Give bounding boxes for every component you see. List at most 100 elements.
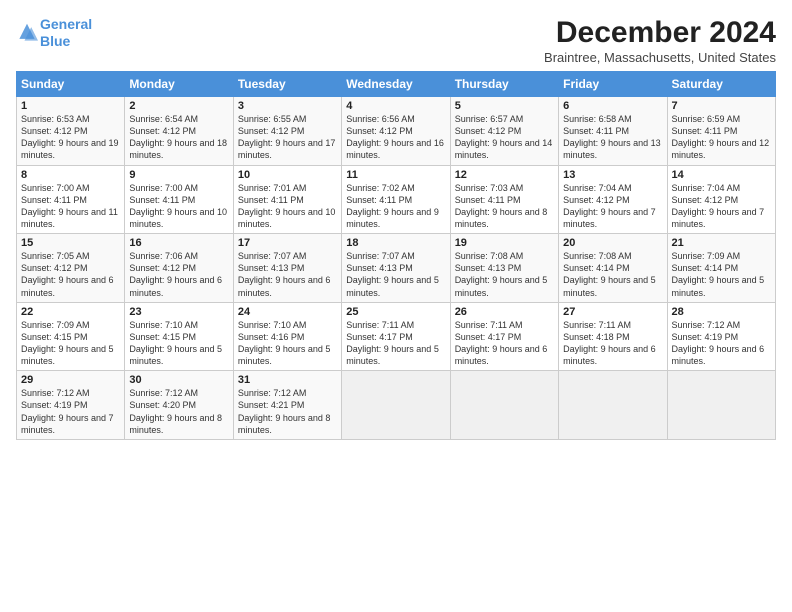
day-number: 17 (238, 237, 337, 249)
table-row: 9Sunrise: 7:00 AMSunset: 4:11 PMDaylight… (125, 165, 233, 234)
table-row: 29Sunrise: 7:12 AMSunset: 4:19 PMDayligh… (17, 371, 125, 440)
table-row: 10Sunrise: 7:01 AMSunset: 4:11 PMDayligh… (233, 165, 341, 234)
table-row: 5Sunrise: 6:57 AMSunset: 4:12 PMDaylight… (450, 97, 558, 166)
day-number: 9 (129, 169, 228, 181)
logo-icon (16, 22, 38, 44)
col-saturday: Saturday (667, 72, 775, 97)
title-block: December 2024 Braintree, Massachusetts, … (544, 16, 776, 65)
page-container: General Blue December 2024 Braintree, Ma… (0, 0, 792, 448)
day-cell-info: Sunrise: 7:06 AMSunset: 4:12 PMDaylight:… (129, 250, 228, 299)
table-row: 12Sunrise: 7:03 AMSunset: 4:11 PMDayligh… (450, 165, 558, 234)
table-row: 6Sunrise: 6:58 AMSunset: 4:11 PMDaylight… (559, 97, 667, 166)
table-row (450, 371, 558, 440)
month-year-title: December 2024 (544, 16, 776, 50)
day-number: 23 (129, 306, 228, 318)
day-cell-info: Sunrise: 7:07 AMSunset: 4:13 PMDaylight:… (346, 250, 445, 299)
day-cell-info: Sunrise: 7:12 AMSunset: 4:19 PMDaylight:… (672, 319, 771, 368)
table-row: 15Sunrise: 7:05 AMSunset: 4:12 PMDayligh… (17, 234, 125, 303)
day-cell-info: Sunrise: 7:04 AMSunset: 4:12 PMDaylight:… (672, 182, 771, 231)
table-row: 14Sunrise: 7:04 AMSunset: 4:12 PMDayligh… (667, 165, 775, 234)
table-row (342, 371, 450, 440)
day-number: 13 (563, 169, 662, 181)
table-row: 22Sunrise: 7:09 AMSunset: 4:15 PMDayligh… (17, 302, 125, 371)
calendar-table: Sunday Monday Tuesday Wednesday Thursday… (16, 71, 776, 440)
table-row: 25Sunrise: 7:11 AMSunset: 4:17 PMDayligh… (342, 302, 450, 371)
day-cell-info: Sunrise: 7:12 AMSunset: 4:21 PMDaylight:… (238, 387, 337, 436)
day-number: 25 (346, 306, 445, 318)
calendar-week-row: 15Sunrise: 7:05 AMSunset: 4:12 PMDayligh… (17, 234, 776, 303)
day-cell-info: Sunrise: 7:02 AMSunset: 4:11 PMDaylight:… (346, 182, 445, 231)
table-row: 24Sunrise: 7:10 AMSunset: 4:16 PMDayligh… (233, 302, 341, 371)
col-sunday: Sunday (17, 72, 125, 97)
day-number: 22 (21, 306, 120, 318)
day-number: 4 (346, 100, 445, 112)
day-cell-info: Sunrise: 6:56 AMSunset: 4:12 PMDaylight:… (346, 113, 445, 162)
calendar-week-row: 22Sunrise: 7:09 AMSunset: 4:15 PMDayligh… (17, 302, 776, 371)
table-row: 2Sunrise: 6:54 AMSunset: 4:12 PMDaylight… (125, 97, 233, 166)
table-row: 30Sunrise: 7:12 AMSunset: 4:20 PMDayligh… (125, 371, 233, 440)
table-row: 27Sunrise: 7:11 AMSunset: 4:18 PMDayligh… (559, 302, 667, 371)
table-row: 20Sunrise: 7:08 AMSunset: 4:14 PMDayligh… (559, 234, 667, 303)
day-cell-info: Sunrise: 7:12 AMSunset: 4:20 PMDaylight:… (129, 387, 228, 436)
day-number: 11 (346, 169, 445, 181)
day-number: 14 (672, 169, 771, 181)
day-number: 21 (672, 237, 771, 249)
table-row: 16Sunrise: 7:06 AMSunset: 4:12 PMDayligh… (125, 234, 233, 303)
table-row: 31Sunrise: 7:12 AMSunset: 4:21 PMDayligh… (233, 371, 341, 440)
day-number: 31 (238, 374, 337, 386)
day-cell-info: Sunrise: 6:59 AMSunset: 4:11 PMDaylight:… (672, 113, 771, 162)
day-cell-info: Sunrise: 7:09 AMSunset: 4:14 PMDaylight:… (672, 250, 771, 299)
calendar-week-row: 8Sunrise: 7:00 AMSunset: 4:11 PMDaylight… (17, 165, 776, 234)
day-cell-info: Sunrise: 6:57 AMSunset: 4:12 PMDaylight:… (455, 113, 554, 162)
day-cell-info: Sunrise: 7:00 AMSunset: 4:11 PMDaylight:… (21, 182, 120, 231)
day-cell-info: Sunrise: 7:01 AMSunset: 4:11 PMDaylight:… (238, 182, 337, 231)
day-cell-info: Sunrise: 6:54 AMSunset: 4:12 PMDaylight:… (129, 113, 228, 162)
day-cell-info: Sunrise: 7:09 AMSunset: 4:15 PMDaylight:… (21, 319, 120, 368)
day-cell-info: Sunrise: 6:53 AMSunset: 4:12 PMDaylight:… (21, 113, 120, 162)
table-row: 7Sunrise: 6:59 AMSunset: 4:11 PMDaylight… (667, 97, 775, 166)
day-cell-info: Sunrise: 6:58 AMSunset: 4:11 PMDaylight:… (563, 113, 662, 162)
day-cell-info: Sunrise: 7:05 AMSunset: 4:12 PMDaylight:… (21, 250, 120, 299)
table-row: 11Sunrise: 7:02 AMSunset: 4:11 PMDayligh… (342, 165, 450, 234)
day-number: 30 (129, 374, 228, 386)
table-row: 4Sunrise: 6:56 AMSunset: 4:12 PMDaylight… (342, 97, 450, 166)
location-subtitle: Braintree, Massachusetts, United States (544, 50, 776, 65)
day-number: 26 (455, 306, 554, 318)
day-cell-info: Sunrise: 7:10 AMSunset: 4:15 PMDaylight:… (129, 319, 228, 368)
calendar-week-row: 1Sunrise: 6:53 AMSunset: 4:12 PMDaylight… (17, 97, 776, 166)
day-cell-info: Sunrise: 7:08 AMSunset: 4:14 PMDaylight:… (563, 250, 662, 299)
day-number: 15 (21, 237, 120, 249)
day-number: 24 (238, 306, 337, 318)
day-cell-info: Sunrise: 7:12 AMSunset: 4:19 PMDaylight:… (21, 387, 120, 436)
day-number: 7 (672, 100, 771, 112)
header-row: General Blue December 2024 Braintree, Ma… (16, 16, 776, 65)
calendar-week-row: 29Sunrise: 7:12 AMSunset: 4:19 PMDayligh… (17, 371, 776, 440)
day-cell-info: Sunrise: 7:11 AMSunset: 4:18 PMDaylight:… (563, 319, 662, 368)
table-row: 13Sunrise: 7:04 AMSunset: 4:12 PMDayligh… (559, 165, 667, 234)
table-row (559, 371, 667, 440)
day-number: 12 (455, 169, 554, 181)
table-row: 19Sunrise: 7:08 AMSunset: 4:13 PMDayligh… (450, 234, 558, 303)
day-number: 16 (129, 237, 228, 249)
day-cell-info: Sunrise: 7:11 AMSunset: 4:17 PMDaylight:… (346, 319, 445, 368)
table-row: 3Sunrise: 6:55 AMSunset: 4:12 PMDaylight… (233, 97, 341, 166)
col-thursday: Thursday (450, 72, 558, 97)
day-number: 8 (21, 169, 120, 181)
day-cell-info: Sunrise: 7:04 AMSunset: 4:12 PMDaylight:… (563, 182, 662, 231)
logo: General Blue (16, 16, 92, 50)
table-row (667, 371, 775, 440)
day-cell-info: Sunrise: 7:00 AMSunset: 4:11 PMDaylight:… (129, 182, 228, 231)
table-row: 21Sunrise: 7:09 AMSunset: 4:14 PMDayligh… (667, 234, 775, 303)
day-number: 28 (672, 306, 771, 318)
day-number: 1 (21, 100, 120, 112)
table-row: 28Sunrise: 7:12 AMSunset: 4:19 PMDayligh… (667, 302, 775, 371)
logo-text: General Blue (40, 16, 92, 50)
day-number: 29 (21, 374, 120, 386)
table-row: 26Sunrise: 7:11 AMSunset: 4:17 PMDayligh… (450, 302, 558, 371)
day-cell-info: Sunrise: 7:10 AMSunset: 4:16 PMDaylight:… (238, 319, 337, 368)
day-number: 18 (346, 237, 445, 249)
table-row: 23Sunrise: 7:10 AMSunset: 4:15 PMDayligh… (125, 302, 233, 371)
col-friday: Friday (559, 72, 667, 97)
col-wednesday: Wednesday (342, 72, 450, 97)
day-cell-info: Sunrise: 6:55 AMSunset: 4:12 PMDaylight:… (238, 113, 337, 162)
